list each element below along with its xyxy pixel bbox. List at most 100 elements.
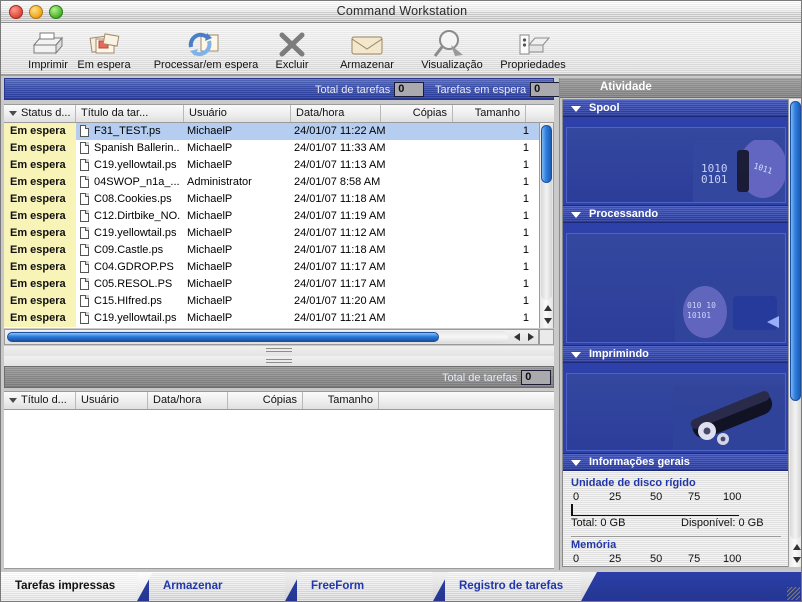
scroll-down-arrow-icon[interactable] (542, 315, 553, 327)
disclosure-triangle-icon[interactable] (571, 352, 581, 358)
table-row[interactable]: Em espera C05.RESOL.PS MichaelP 24/01/07… (4, 276, 539, 293)
scroll-right-arrow-icon[interactable] (524, 331, 537, 343)
column-header-label: Título da tar... (81, 107, 149, 119)
table-row[interactable]: Em espera C19.yellowtail.ps .. MichaelP … (4, 157, 539, 174)
scrollbar-corner (539, 329, 554, 345)
table-row[interactable]: Em espera F31_TEST.ps MichaelP 24/01/07 … (4, 123, 539, 140)
vscroll-thumb[interactable] (541, 125, 552, 183)
disclosure-triangle-icon[interactable] (571, 212, 581, 218)
job-date: 24/01/07 11:18 AM (294, 193, 386, 205)
table-row[interactable]: Em espera C15.HIfred.ps MichaelP 24/01/0… (4, 293, 539, 310)
activity-panel-vscrollbar[interactable] (788, 99, 801, 567)
job-user: MichaelP (187, 227, 233, 239)
table-row[interactable]: Em espera C19.yellowtail.ps MichaelP 24/… (4, 225, 539, 242)
activity-scroll-down-arrow-icon[interactable] (791, 554, 801, 566)
column-header-user[interactable]: Usuário (184, 105, 291, 122)
table-row[interactable]: Em espera C09.Castle.ps MichaelP 24/01/0… (4, 242, 539, 259)
table-row[interactable]: Em espera C19.yellowtail.ps MichaelP 24/… (4, 310, 539, 327)
table-row[interactable]: Em espera 04SWOP_n1a_... Administrator 2… (4, 174, 539, 191)
column-header-label: Cópias (412, 107, 447, 119)
toolbar-button-label: Excluir (275, 59, 309, 71)
column-header-user[interactable]: Usuário (76, 392, 148, 409)
window-title-bar: Command Workstation (1, 1, 801, 23)
job-title: C19.yellowtail.ps (94, 312, 177, 324)
scroll-up-arrow-icon[interactable] (542, 302, 553, 314)
table-row[interactable]: Em espera C12.Dirtbike_NO... MichaelP 24… (4, 208, 539, 225)
table-row[interactable]: Em espera C08.Cookies.ps MichaelP 24/01/… (4, 191, 539, 208)
tab-registro-de-tarefas[interactable]: Registro de tarefas (445, 572, 597, 601)
tab-freeform[interactable]: FreeForm (297, 572, 449, 601)
toolbar-button-armazenar[interactable]: Armazenar (324, 25, 410, 71)
tab-armazenar[interactable]: Armazenar (149, 572, 301, 601)
column-header-label: Tamanho (327, 394, 373, 406)
activity-scroll-up-arrow-icon[interactable] (791, 541, 801, 553)
tab-label: Armazenar (163, 580, 223, 592)
scroll-left-arrow-icon[interactable] (510, 331, 523, 343)
activity-section-printing[interactable]: Imprimindo (563, 346, 789, 363)
activity-panel-title: Atividade (600, 81, 652, 93)
upper-list-hscrollbar[interactable] (4, 329, 539, 345)
upper-list-vscrollbar[interactable] (539, 123, 554, 328)
job-user: MichaelP (187, 278, 233, 290)
disk-tick-50: 50 (650, 491, 663, 503)
toolbar-button-propriedades[interactable]: Propriedades (486, 25, 580, 71)
disk-tick-0: 0 (573, 491, 580, 503)
job-date: 24/01/07 11:18 AM (294, 244, 386, 256)
total-jobs-group: Total de tarefas 0 (315, 82, 425, 97)
job-user: MichaelP (187, 261, 233, 273)
toolbar-button-visualiza-o[interactable]: Visualização (406, 25, 498, 71)
column-header-date[interactable]: Data/hora (148, 392, 228, 409)
column-header-status[interactable]: Status d... (4, 105, 76, 122)
column-header-label: Cópias (262, 394, 297, 406)
toolbar-button-label: Visualização (421, 59, 483, 71)
splitter-grip[interactable] (266, 359, 292, 365)
upper-jobs-list[interactable]: Em espera F31_TEST.ps MichaelP 24/01/07 … (4, 123, 539, 328)
job-status: Em espera (4, 293, 76, 310)
column-header-size[interactable]: Tamanho (453, 105, 526, 122)
column-header-copies[interactable]: Cópias (381, 105, 453, 122)
pane-splitter-top[interactable] (4, 346, 554, 356)
disk-usage-gauge (571, 504, 739, 516)
table-row[interactable]: Em espera C04.GDROP.PS MichaelP 24/01/07… (4, 259, 539, 276)
pane-splitter-bottom[interactable] (4, 356, 554, 366)
job-status: Em espera (4, 140, 76, 157)
disk-tick-100: 100 (723, 491, 742, 503)
job-status: Em espera (4, 276, 76, 293)
upper-jobs-infobar: Total de tarefas 0 Tarefas em espera 0 (4, 78, 561, 100)
svg-text:0101: 0101 (701, 173, 728, 186)
activity-vscroll-thumb[interactable] (790, 101, 801, 401)
job-size: 1 (522, 193, 529, 205)
column-header-title[interactable]: Título da tar... (76, 105, 184, 122)
column-header-label: Tamanho (474, 107, 520, 119)
disclosure-triangle-icon[interactable] (571, 106, 581, 112)
disk-usage-title: Unidade de disco rígido (571, 477, 696, 489)
column-header-date[interactable]: Data/hora (291, 105, 381, 122)
hscroll-thumb[interactable] (7, 332, 439, 342)
general-info-section-label: Informações gerais (589, 456, 690, 468)
upper-table-header: Status d... Título da tar... Usuário Data/h… (4, 104, 554, 123)
activity-section-processing[interactable]: Processando (563, 206, 789, 223)
memory-gauge (571, 566, 739, 567)
table-row[interactable]: Em espera Spanish Ballerin... MichaelP 2… (4, 140, 539, 157)
activity-section-spool[interactable]: Spool (563, 100, 789, 117)
printing-preview-area (566, 373, 786, 451)
lower-jobs-list[interactable] (4, 410, 554, 569)
memory-tick-25: 25 (609, 553, 622, 565)
splitter-grip[interactable] (266, 348, 292, 354)
disk-tick-75: 75 (688, 491, 701, 503)
job-status: Em espera (4, 242, 76, 259)
column-header-copies[interactable]: Cópias (228, 392, 303, 409)
column-header-size[interactable]: Tamanho (303, 392, 379, 409)
window-resize-grip[interactable] (787, 587, 800, 600)
archive-envelope-icon (324, 25, 410, 59)
properties-icon (486, 25, 580, 59)
command-workstation-window: Command Workstation Imprimir Em espera P… (0, 0, 802, 602)
activity-section-general-info[interactable]: Informações gerais (563, 454, 789, 471)
toolbar-button-excluir[interactable]: Excluir (256, 25, 328, 71)
spool-binary-graphic-icon: 1010 0101 1011 (693, 140, 785, 202)
job-size: 1 (522, 312, 529, 324)
tab-tarefas-impressas[interactable]: Tarefas impressas (1, 572, 153, 601)
disclosure-triangle-icon[interactable] (571, 460, 581, 466)
column-header-title[interactable]: Título d... (4, 392, 76, 409)
disk-total-label: Total: 0 GB (571, 517, 626, 529)
